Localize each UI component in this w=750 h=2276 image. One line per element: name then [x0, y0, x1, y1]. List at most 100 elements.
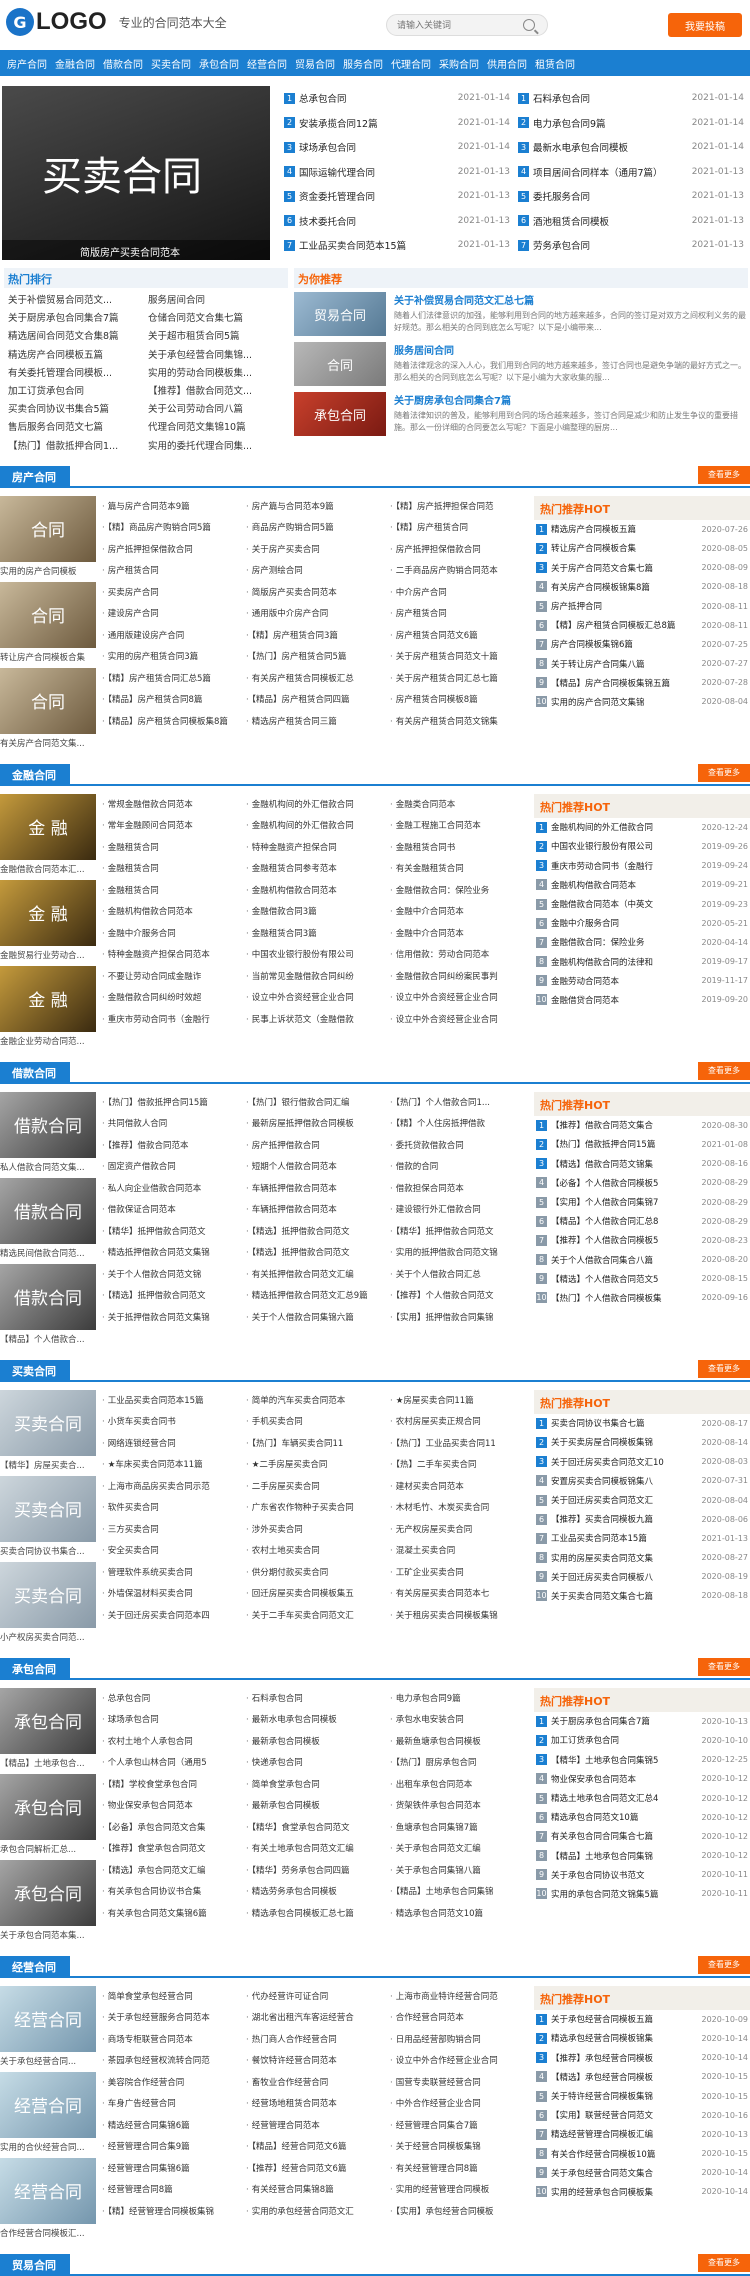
link-item[interactable]: 鱼塘承包合同集锦7篇: [390, 1817, 526, 1839]
section-title[interactable]: 房产合同: [0, 465, 70, 486]
link-item[interactable]: 金融机构间的外汇借款合同: [246, 815, 382, 837]
thumb-image[interactable]: 承包合同: [0, 1773, 96, 1840]
link-item[interactable]: 商品房产购销合同5篇: [246, 517, 382, 539]
link-item[interactable]: 重庆市劳动合同书（金融行: [102, 1009, 238, 1031]
link-item[interactable]: 软件买卖合同: [102, 1497, 238, 1519]
link-item[interactable]: 金融借款合同纠纷案民事判: [390, 966, 526, 988]
link-item[interactable]: 【热门】工业品买卖合同11: [390, 1433, 526, 1455]
link-item[interactable]: 民事上诉状范文（金融借款: [246, 1009, 382, 1031]
link-item[interactable]: 【精华】抵押借款合同范文: [390, 1221, 526, 1243]
link-item[interactable]: 【精品】经营合同范文6篇: [246, 2136, 382, 2158]
hot-recommend-item[interactable]: 4 金融机构借款合同范本 2019-09-21: [534, 875, 750, 894]
link-item[interactable]: 精选抵押借款合同范文集锦: [102, 1242, 238, 1264]
link-item[interactable]: 实用的经营管理合同模板: [390, 2179, 526, 2201]
thumb-image[interactable]: 金 融: [0, 965, 96, 1032]
item-title[interactable]: 安置房买卖合同模板锦集八: [551, 1475, 702, 1487]
more-button[interactable]: 查看更多: [698, 465, 750, 484]
thumb-caption[interactable]: 金融企业劳动合同范...: [0, 1032, 96, 1048]
link-item[interactable]: 金融中介服务合同: [102, 923, 238, 945]
link-item[interactable]: 【推荐】个人借款合同范文: [390, 1285, 526, 1307]
link-item[interactable]: 短期个人借款合同范本: [246, 1156, 382, 1178]
hot-rank-item[interactable]: 买卖合同协议书集合5篇: [4, 401, 138, 419]
nav-item[interactable]: 借款合同: [102, 56, 144, 71]
item-title[interactable]: 关于特许经营合同模板集锦: [551, 2090, 702, 2102]
nav-item[interactable]: 承包合同: [198, 56, 240, 71]
link-item[interactable]: 最新房屋抵押借款合同模板: [246, 1113, 382, 1135]
thumb-image[interactable]: 买卖合同: [0, 1475, 96, 1542]
item-title[interactable]: 关于转让房产合同集八篇: [551, 658, 702, 670]
nav-item[interactable]: 采购合同: [438, 56, 480, 71]
link-item[interactable]: 金融工程施工合同范本: [390, 815, 526, 837]
nav-item[interactable]: 房产合同: [6, 56, 48, 71]
link-item[interactable]: 常规金融借款合同范本: [102, 794, 238, 816]
hot-recommend-item[interactable]: 7 精选经营管理合同模板汇编 2020-10-13: [534, 2125, 750, 2144]
link-item[interactable]: 【精】房产抵押担保合同范: [390, 496, 526, 518]
item-title[interactable]: 【推荐】买卖合同模板九篇: [551, 1513, 702, 1525]
link-item[interactable]: 代办经营许可证合同: [246, 1986, 382, 2008]
thumb-caption[interactable]: 合作经营合同模板汇...: [0, 2224, 96, 2240]
latest-item[interactable]: 3 球场承包合同 2021-01-14: [284, 135, 514, 160]
item-title[interactable]: 金融机构借款合同范本: [551, 879, 702, 891]
more-button[interactable]: 查看更多: [698, 1061, 750, 1080]
hot-recommend-item[interactable]: 9 【精品】房产合同模板集锦五篇 2020-07-28: [534, 673, 750, 692]
thumb-caption[interactable]: 精选民间借款合同范...: [0, 1244, 96, 1260]
hot-recommend-item[interactable]: 7 有关承包合同合同集合七篇 2020-10-12: [534, 1827, 750, 1846]
link-item[interactable]: 无产权房屋买卖合同: [390, 1519, 526, 1541]
item-title[interactable]: 安装承揽合同12篇: [299, 116, 458, 130]
hot-recommend-item[interactable]: 9 关于承包经营合同范文集合 2020-10-14: [534, 2163, 750, 2182]
thumb-caption[interactable]: 【精华】房屋买卖合...: [0, 1456, 96, 1472]
link-item[interactable]: 金融中介合同范本: [390, 923, 526, 945]
link-item[interactable]: ★车床买卖合同范本11篇: [102, 1454, 238, 1476]
thumb-card[interactable]: 合同 有关房产合同范文集...: [0, 667, 96, 754]
hot-recommend-item[interactable]: 1 【推荐】借款合同范文集合 2020-08-30: [534, 1116, 750, 1135]
link-item[interactable]: 【精品】房产租赁合同8篇: [102, 689, 238, 711]
item-title[interactable]: 精选房产合同模板五篇: [551, 523, 702, 535]
link-item[interactable]: 【热门】借款抵押合同15篇: [102, 1092, 238, 1114]
hot-recommend-item[interactable]: 3 重庆市劳动合同书（金融行 2019-09-24: [534, 856, 750, 875]
hot-recommend-item[interactable]: 5 金融借款合同范本（中英文 2019-09-23: [534, 894, 750, 913]
link-item[interactable]: 关于经营合同模板集锦: [390, 2136, 526, 2158]
thumb-caption[interactable]: 关于承包合同范本集...: [0, 1926, 96, 1942]
link-item[interactable]: 有关抵押借款合同范文汇编: [246, 1264, 382, 1286]
nav-item[interactable]: 金融合同: [54, 56, 96, 71]
link-item[interactable]: 广东省农作物种子买卖合同: [246, 1497, 382, 1519]
hot-recommend-item[interactable]: 2 【热门】借款抵押合同15篇 2021-01-08: [534, 1135, 750, 1154]
hot-rank-item[interactable]: 精选居间合同范文合集8篇: [4, 328, 138, 346]
hot-recommend-item[interactable]: 6 【实用】联营经营合同范文 2020-10-16: [534, 2106, 750, 2125]
link-item[interactable]: ★二手房屋买卖合同: [246, 1454, 382, 1476]
link-item[interactable]: 供分期付款买卖合同: [246, 1562, 382, 1584]
thumb-image[interactable]: 合同: [0, 495, 96, 562]
link-item[interactable]: 精选劳务承包合同模板: [246, 1881, 382, 1903]
link-item[interactable]: 上海市商品房买卖合同示范: [102, 1476, 238, 1498]
hot-recommend-item[interactable]: 8 实用的房屋买卖合同范文集 2020-08-27: [534, 1548, 750, 1567]
link-item[interactable]: 特种金融资产担保合同范本: [102, 944, 238, 966]
thumb-caption[interactable]: 实用的合伙经营合同...: [0, 2138, 96, 2154]
link-item[interactable]: 个人承包山林合同（通用5: [102, 1752, 238, 1774]
thumb-caption[interactable]: 【精品】个人借款合...: [0, 1330, 96, 1346]
link-item[interactable]: 【精】经营管理合同模板集锦: [102, 2201, 238, 2223]
hot-recommend-item[interactable]: 7 金融借款合同：保险业务 2020-04-14: [534, 933, 750, 952]
link-item[interactable]: 物业保安承包合同范本: [102, 1795, 238, 1817]
link-item[interactable]: 经营管理合同集合7篇: [390, 2115, 526, 2137]
link-item[interactable]: 涉外买卖合同: [246, 1519, 382, 1541]
hot-recommend-item[interactable]: 10 实用的经营承包合同模板集 2020-10-14: [534, 2182, 750, 2201]
recommend-thumb[interactable]: 承包合同: [294, 392, 386, 436]
thumb-image[interactable]: 借款合同: [0, 1177, 96, 1244]
thumb-card[interactable]: 承包合同 关于承包合同范本集...: [0, 1859, 96, 1946]
link-item[interactable]: 关于房产买卖合同: [246, 539, 382, 561]
hot-recommend-item[interactable]: 7 房产合同模板集锦6篇 2020-07-25: [534, 635, 750, 654]
link-item[interactable]: 金融租赁合同: [102, 837, 238, 859]
link-item[interactable]: 房产租赁合同: [390, 603, 526, 625]
item-title[interactable]: 有关承包合同合同集合七篇: [551, 1830, 702, 1842]
recommend-thumb[interactable]: 贸易合同: [294, 292, 386, 336]
link-item[interactable]: 篇与房产合同范本9篇: [102, 496, 238, 518]
item-title[interactable]: 【精选】借款合同范文锦集: [551, 1158, 702, 1170]
section-title[interactable]: 贸易合同: [0, 2253, 70, 2274]
item-title[interactable]: 电力承包合同9篇: [533, 116, 692, 130]
thumb-image[interactable]: 借款合同: [0, 1091, 96, 1158]
item-title[interactable]: 【推荐】承包经营合同模板: [551, 2052, 702, 2064]
hot-recommend-item[interactable]: 3 【精华】土地承包合同集锦5 2020-12-25: [534, 1750, 750, 1769]
section-title[interactable]: 承包合同: [0, 1657, 70, 1678]
thumb-image[interactable]: 经营合同: [0, 1985, 96, 2052]
recommend-item[interactable]: 贸易合同 关于补偿贸易合同范文汇总七篇 随着人们法律意识的加强，能够利用到合同的地方…: [294, 292, 748, 339]
